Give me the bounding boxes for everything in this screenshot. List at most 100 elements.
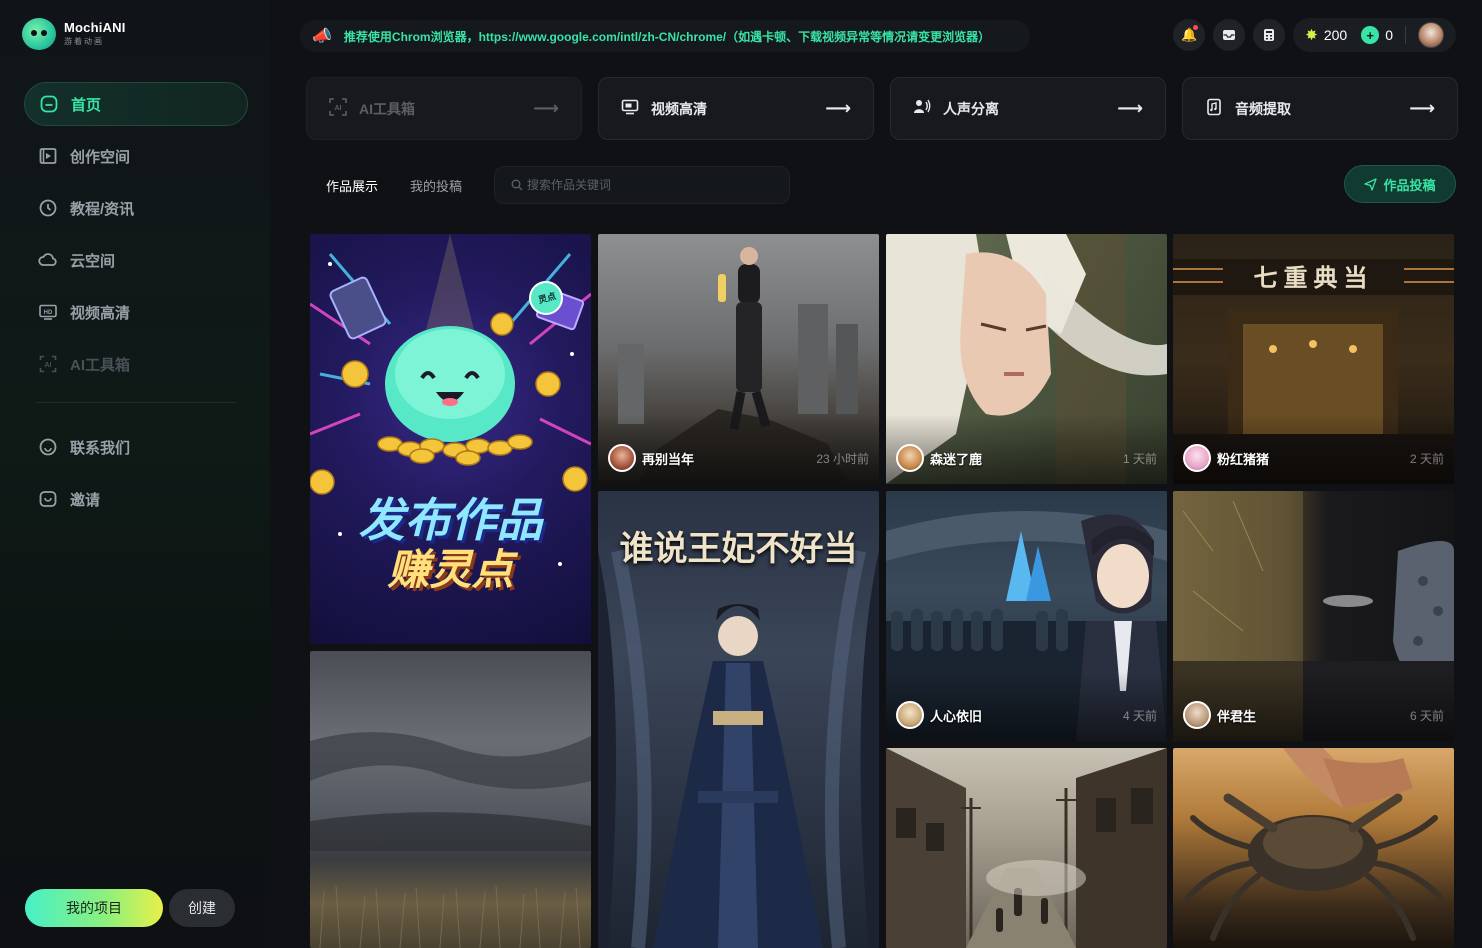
arrow-right-icon: ⟶: [1409, 98, 1435, 118]
author-avatar[interactable]: [896, 701, 924, 729]
film-icon: [38, 146, 58, 166]
post-time: 6 天前: [1409, 708, 1444, 723]
author-name[interactable]: 伴君生: [1217, 706, 1404, 725]
sidebar-item-label: 创作空间: [70, 148, 131, 166]
ai-scan-icon: AI: [329, 97, 349, 120]
search-icon: [511, 179, 523, 191]
credits-value: 200: [1323, 27, 1348, 43]
arrow-right-icon: ⟶: [1117, 98, 1143, 118]
tool-hd-video[interactable]: 视频高清 ⟶: [598, 77, 874, 140]
ai-icon: AI: [38, 354, 58, 374]
monitor-icon: [621, 98, 641, 120]
sidebar-item-ai-toolbox[interactable]: AI AI工具箱: [24, 342, 248, 386]
work-card[interactable]: [886, 748, 1167, 948]
notice-bar: 📣 推荐使用Chrom浏览器，https://www.google.com/in…: [300, 20, 1030, 52]
notification-dot: [1193, 25, 1199, 30]
send-icon: [1364, 177, 1378, 191]
sidebar-item-invite[interactable]: 邀请: [24, 477, 248, 521]
sidebar-item-label: 邀请: [70, 491, 101, 509]
hd-icon: HD: [38, 302, 58, 322]
svg-text:HD: HD: [44, 310, 53, 316]
search-box: [494, 166, 791, 204]
promo-art: 发布作品 赚灵点 灵点: [310, 234, 591, 644]
promo-card[interactable]: 发布作品 赚灵点 灵点: [310, 234, 591, 644]
author-name[interactable]: 再别当年: [642, 449, 810, 468]
tool-label: AI工具箱: [359, 100, 415, 117]
author-name[interactable]: 人心依旧: [930, 706, 1117, 725]
calculator-icon: [1264, 29, 1275, 41]
thumbnail-illustration: [310, 732, 591, 948]
sidebar-item-label: 云空间: [70, 252, 116, 270]
sidebar-item-tutorials[interactable]: 教程/资讯: [24, 186, 248, 230]
sidebar-divider: [36, 402, 236, 403]
work-card[interactable]: 伴君生 6 天前: [1173, 491, 1454, 741]
messages-button[interactable]: [1213, 19, 1246, 51]
sidebar-item-contact[interactable]: 联系我们: [24, 425, 248, 469]
work-card[interactable]: 七重典当 粉红猪猪 2 天前: [1173, 234, 1454, 484]
author-avatar[interactable]: [1183, 444, 1211, 472]
author-avatar[interactable]: [608, 444, 636, 472]
sidebar-item-label: 联系我们: [70, 439, 131, 457]
sidebar-item-cloud[interactable]: 云空间: [24, 238, 248, 282]
work-card[interactable]: [310, 651, 591, 948]
logo-icon: [22, 18, 56, 50]
submit-work-button[interactable]: 作品投稿: [1344, 165, 1456, 203]
tool-voice-separation[interactable]: 人声分离 ⟶: [890, 77, 1166, 140]
work-card[interactable]: 谁说王妃不好当: [598, 491, 879, 948]
author-avatar[interactable]: [1183, 701, 1211, 729]
tool-label: 视频高清: [651, 100, 707, 117]
work-thumbnail: [310, 651, 591, 948]
audio-file-icon: [1205, 98, 1225, 120]
credits-panel[interactable]: ✸ 200 + 0: [1293, 18, 1456, 52]
arrow-right-icon: ⟶: [533, 98, 559, 118]
sidebar-item-label: 视频高清: [70, 304, 131, 322]
work-card[interactable]: 人心依旧 4 天前: [886, 491, 1167, 741]
sidebar-item-label: 教程/资讯: [70, 200, 135, 218]
megaphone-icon: 📣: [312, 28, 332, 45]
divider: [1405, 26, 1406, 44]
sidebar-item-home[interactable]: 首页: [24, 82, 248, 126]
logo[interactable]: MochiANI 游着动画: [22, 18, 126, 50]
work-title: 七重典当: [1253, 263, 1374, 292]
promo-line2: 赚灵点: [387, 545, 514, 594]
inbox-icon: [1223, 30, 1236, 40]
calculator-button[interactable]: [1253, 19, 1286, 51]
svg-text:AI: AI: [335, 105, 342, 112]
app-subtitle: 游着动画: [64, 37, 104, 47]
work-card[interactable]: [1173, 748, 1454, 948]
post-time: 1 天前: [1122, 451, 1157, 466]
sidebar-nav: 首页 创作空间 教程/资讯 云空间 HD 视频高清 AI AI工具箱 联系我们 …: [24, 82, 248, 529]
sidebar-item-label: 首页: [71, 96, 102, 114]
clock-icon: [38, 198, 58, 218]
add-coin-icon[interactable]: +: [1361, 26, 1380, 44]
home-icon: [39, 94, 59, 114]
work-card[interactable]: 森迷了鹿 1 天前: [886, 234, 1167, 484]
tab-my-submissions[interactable]: 我的投稿: [394, 176, 478, 195]
thumbnail-illustration: [886, 748, 1167, 948]
notice-text[interactable]: 推荐使用Chrom浏览器，https://www.google.com/intl…: [344, 28, 990, 45]
search-input[interactable]: [527, 178, 768, 192]
author-avatar[interactable]: [896, 444, 924, 472]
app-name: MochiANI: [64, 19, 126, 35]
arrow-right-icon: ⟶: [825, 98, 851, 118]
tool-label: 音频提取: [1235, 100, 1291, 117]
create-button[interactable]: 创建: [169, 889, 235, 927]
work-card[interactable]: 再别当年 23 小时前: [598, 234, 879, 484]
notifications-button[interactable]: 🔔: [1173, 19, 1206, 51]
sparkle-icon: ✸: [1305, 27, 1318, 44]
sidebar-item-hd-video[interactable]: HD 视频高清: [24, 290, 248, 334]
my-projects-button[interactable]: 我的项目: [25, 889, 163, 927]
tool-cards: AI AI工具箱 ⟶ 视频高清 ⟶ 人声分离 ⟶ 音频提取 ⟶: [306, 77, 1458, 140]
sidebar-item-label: AI工具箱: [70, 356, 131, 374]
work-thumbnail: 谁说王妃不好当: [598, 491, 879, 948]
tab-showcase[interactable]: 作品展示: [310, 176, 394, 195]
tool-ai-toolbox[interactable]: AI AI工具箱 ⟶: [306, 77, 582, 140]
sidebar-item-creation-space[interactable]: 创作空间: [24, 134, 248, 178]
coins-value: 0: [1385, 27, 1393, 43]
gallery-grid: 发布作品 赚灵点 灵点 再别当年 23 小时前 森迷了鹿 1 天前 七重典当 粉…: [310, 234, 1455, 948]
user-avatar[interactable]: [1418, 22, 1444, 48]
post-time: 2 天前: [1409, 451, 1444, 466]
tool-audio-extract[interactable]: 音频提取 ⟶: [1182, 77, 1458, 140]
author-name[interactable]: 粉红猪猪: [1217, 449, 1404, 468]
author-name[interactable]: 森迷了鹿: [930, 449, 1117, 468]
